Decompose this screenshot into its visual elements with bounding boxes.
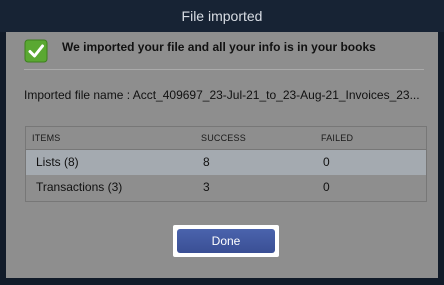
table-header: ITEMS SUCCESS FAILED [26, 127, 426, 150]
results-table: ITEMS SUCCESS FAILED Lists (8) 8 0 Trans… [25, 126, 427, 202]
row-failed: 0 [323, 180, 330, 194]
table-row[interactable]: Lists (8) 8 0 [26, 150, 426, 175]
dialog-title: File imported [0, 0, 444, 32]
table-row[interactable]: Transactions (3) 3 0 [26, 175, 426, 200]
done-button-focus-ring: Done [173, 225, 279, 257]
header-items: ITEMS [32, 133, 61, 143]
dialog-content: We imported your file and all your info … [6, 32, 438, 278]
header-success: SUCCESS [201, 133, 246, 143]
row-failed: 0 [323, 155, 330, 169]
imported-file-name: Imported file name : Acct_409697_23-Jul-… [24, 88, 420, 102]
done-button[interactable]: Done [177, 229, 275, 253]
row-item: Transactions (3) [36, 180, 123, 194]
import-dialog: File imported We imported your file and … [0, 0, 444, 285]
check-icon [24, 39, 48, 63]
divider [24, 69, 424, 70]
row-success: 3 [203, 180, 210, 194]
header-failed: FAILED [321, 133, 354, 143]
success-message: We imported your file and all your info … [62, 40, 376, 54]
row-success: 8 [203, 155, 210, 169]
row-item: Lists (8) [36, 155, 79, 169]
